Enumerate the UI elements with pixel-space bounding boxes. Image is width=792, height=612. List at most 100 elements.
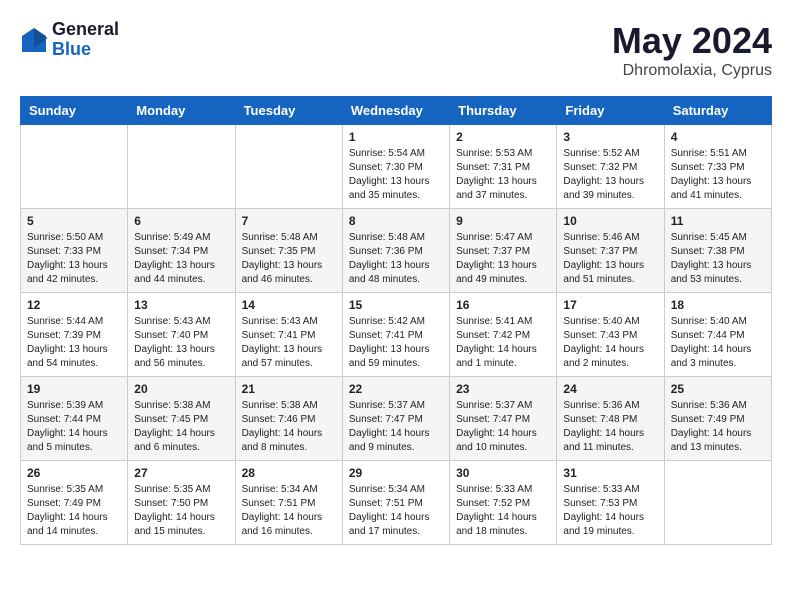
day-number: 12 bbox=[27, 298, 121, 312]
day-info: Sunrise: 5:39 AM Sunset: 7:44 PM Dayligh… bbox=[27, 399, 121, 455]
day-info: Sunrise: 5:51 AM Sunset: 7:33 PM Dayligh… bbox=[671, 147, 765, 203]
calendar-week-row: 1Sunrise: 5:54 AM Sunset: 7:30 PM Daylig… bbox=[21, 125, 772, 209]
day-number: 28 bbox=[242, 466, 336, 480]
logo: General Blue bbox=[20, 20, 119, 60]
day-info: Sunrise: 5:36 AM Sunset: 7:49 PM Dayligh… bbox=[671, 399, 765, 455]
location-title: Dhromolaxia, Cyprus bbox=[612, 62, 772, 80]
weekday-header-saturday: Saturday bbox=[664, 97, 771, 125]
calendar-cell: 31 Sunrise: 5:33 AM Sunset: 7:53 PM Dayli… bbox=[557, 461, 664, 545]
day-number: 7 bbox=[242, 214, 336, 228]
day-info: Sunrise: 5:52 AM Sunset: 7:32 PM Dayligh… bbox=[563, 147, 657, 203]
calendar-cell: 17 Sunrise: 5:40 AM Sunset: 7:43 PM Dayli… bbox=[557, 293, 664, 377]
day-info: Sunrise: 5:34 AM Sunset: 7:51 PM Dayligh… bbox=[242, 483, 336, 539]
day-number: 18 bbox=[671, 298, 765, 312]
calendar-cell: 22 Sunrise: 5:37 AM Sunset: 7:47 PM Dayli… bbox=[342, 377, 449, 461]
day-info: Sunrise: 5:47 AM Sunset: 7:37 PM Dayligh… bbox=[456, 231, 550, 287]
day-number: 29 bbox=[349, 466, 443, 480]
day-number: 20 bbox=[134, 382, 228, 396]
calendar-cell: 24 Sunrise: 5:36 AM Sunset: 7:48 PM Dayli… bbox=[557, 377, 664, 461]
day-info: Sunrise: 5:48 AM Sunset: 7:35 PM Dayligh… bbox=[242, 231, 336, 287]
day-number: 14 bbox=[242, 298, 336, 312]
day-info: Sunrise: 5:41 AM Sunset: 7:42 PM Dayligh… bbox=[456, 315, 550, 371]
calendar-cell bbox=[235, 125, 342, 209]
day-info: Sunrise: 5:35 AM Sunset: 7:50 PM Dayligh… bbox=[134, 483, 228, 539]
day-info: Sunrise: 5:40 AM Sunset: 7:43 PM Dayligh… bbox=[563, 315, 657, 371]
day-number: 26 bbox=[27, 466, 121, 480]
day-info: Sunrise: 5:38 AM Sunset: 7:46 PM Dayligh… bbox=[242, 399, 336, 455]
day-number: 2 bbox=[456, 130, 550, 144]
calendar-cell: 29 Sunrise: 5:34 AM Sunset: 7:51 PM Dayli… bbox=[342, 461, 449, 545]
day-number: 8 bbox=[349, 214, 443, 228]
calendar-cell bbox=[664, 461, 771, 545]
calendar-cell: 18 Sunrise: 5:40 AM Sunset: 7:44 PM Dayli… bbox=[664, 293, 771, 377]
day-number: 6 bbox=[134, 214, 228, 228]
calendar-cell: 7 Sunrise: 5:48 AM Sunset: 7:35 PM Daylig… bbox=[235, 209, 342, 293]
calendar-cell: 1Sunrise: 5:54 AM Sunset: 7:30 PM Daylig… bbox=[342, 125, 449, 209]
day-number: 31 bbox=[563, 466, 657, 480]
day-number: 4 bbox=[671, 130, 765, 144]
day-number: 24 bbox=[563, 382, 657, 396]
day-number: 30 bbox=[456, 466, 550, 480]
calendar-cell: 10 Sunrise: 5:46 AM Sunset: 7:37 PM Dayli… bbox=[557, 209, 664, 293]
calendar-cell: 20 Sunrise: 5:38 AM Sunset: 7:45 PM Dayli… bbox=[128, 377, 235, 461]
day-number: 5 bbox=[27, 214, 121, 228]
calendar-cell: 28 Sunrise: 5:34 AM Sunset: 7:51 PM Dayli… bbox=[235, 461, 342, 545]
day-info: Sunrise: 5:53 AM Sunset: 7:31 PM Dayligh… bbox=[456, 147, 550, 203]
page-header: General Blue May 2024 Dhromolaxia, Cypru… bbox=[20, 20, 772, 80]
day-number: 11 bbox=[671, 214, 765, 228]
calendar-cell: 13 Sunrise: 5:43 AM Sunset: 7:40 PM Dayli… bbox=[128, 293, 235, 377]
day-info: Sunrise: 5:49 AM Sunset: 7:34 PM Dayligh… bbox=[134, 231, 228, 287]
day-info: Sunrise: 5:33 AM Sunset: 7:52 PM Dayligh… bbox=[456, 483, 550, 539]
weekday-header-monday: Monday bbox=[128, 97, 235, 125]
day-info: Sunrise: 5:36 AM Sunset: 7:48 PM Dayligh… bbox=[563, 399, 657, 455]
day-info: Sunrise: 5:35 AM Sunset: 7:49 PM Dayligh… bbox=[27, 483, 121, 539]
day-info: Sunrise: 5:50 AM Sunset: 7:33 PM Dayligh… bbox=[27, 231, 121, 287]
calendar-cell: 9 Sunrise: 5:47 AM Sunset: 7:37 PM Daylig… bbox=[450, 209, 557, 293]
calendar-cell: 2 Sunrise: 5:53 AM Sunset: 7:31 PM Daylig… bbox=[450, 125, 557, 209]
logo-text: General Blue bbox=[52, 20, 119, 60]
calendar-week-row: 5 Sunrise: 5:50 AM Sunset: 7:33 PM Daylig… bbox=[21, 209, 772, 293]
day-info: Sunrise: 5:48 AM Sunset: 7:36 PM Dayligh… bbox=[349, 231, 443, 287]
logo-icon bbox=[20, 26, 48, 54]
calendar-cell: 26 Sunrise: 5:35 AM Sunset: 7:49 PM Dayli… bbox=[21, 461, 128, 545]
calendar-cell bbox=[21, 125, 128, 209]
logo-general-text: General bbox=[52, 20, 119, 40]
calendar-cell: 6 Sunrise: 5:49 AM Sunset: 7:34 PM Daylig… bbox=[128, 209, 235, 293]
day-info: Sunrise: 5:33 AM Sunset: 7:53 PM Dayligh… bbox=[563, 483, 657, 539]
logo-blue-text: Blue bbox=[52, 40, 119, 60]
day-info: Sunrise: 5:37 AM Sunset: 7:47 PM Dayligh… bbox=[349, 399, 443, 455]
weekday-header-sunday: Sunday bbox=[21, 97, 128, 125]
day-number: 22 bbox=[349, 382, 443, 396]
day-number: 10 bbox=[563, 214, 657, 228]
weekday-header-thursday: Thursday bbox=[450, 97, 557, 125]
calendar-cell: 23 Sunrise: 5:37 AM Sunset: 7:47 PM Dayli… bbox=[450, 377, 557, 461]
day-number: 15 bbox=[349, 298, 443, 312]
calendar-cell: 21Sunrise: 5:38 AM Sunset: 7:46 PM Dayli… bbox=[235, 377, 342, 461]
day-info: Sunrise: 5:37 AM Sunset: 7:47 PM Dayligh… bbox=[456, 399, 550, 455]
calendar-cell: 27 Sunrise: 5:35 AM Sunset: 7:50 PM Dayli… bbox=[128, 461, 235, 545]
weekday-header-tuesday: Tuesday bbox=[235, 97, 342, 125]
day-info: Sunrise: 5:46 AM Sunset: 7:37 PM Dayligh… bbox=[563, 231, 657, 287]
calendar-cell: 16 Sunrise: 5:41 AM Sunset: 7:42 PM Dayli… bbox=[450, 293, 557, 377]
calendar-cell: 25 Sunrise: 5:36 AM Sunset: 7:49 PM Dayli… bbox=[664, 377, 771, 461]
calendar-cell: 14 Sunrise: 5:43 AM Sunset: 7:41 PM Dayli… bbox=[235, 293, 342, 377]
day-info: Sunrise: 5:40 AM Sunset: 7:44 PM Dayligh… bbox=[671, 315, 765, 371]
day-number: 17 bbox=[563, 298, 657, 312]
day-info: Sunrise: 5:43 AM Sunset: 7:40 PM Dayligh… bbox=[134, 315, 228, 371]
calendar-cell: 8 Sunrise: 5:48 AM Sunset: 7:36 PM Daylig… bbox=[342, 209, 449, 293]
day-number: 23 bbox=[456, 382, 550, 396]
day-info: Sunrise: 5:54 AM Sunset: 7:30 PM Dayligh… bbox=[349, 147, 443, 203]
day-number: 13 bbox=[134, 298, 228, 312]
day-info: Sunrise: 5:38 AM Sunset: 7:45 PM Dayligh… bbox=[134, 399, 228, 455]
month-title: May 2024 bbox=[612, 20, 772, 62]
calendar-week-row: 19Sunrise: 5:39 AM Sunset: 7:44 PM Dayli… bbox=[21, 377, 772, 461]
day-info: Sunrise: 5:34 AM Sunset: 7:51 PM Dayligh… bbox=[349, 483, 443, 539]
day-info: Sunrise: 5:43 AM Sunset: 7:41 PM Dayligh… bbox=[242, 315, 336, 371]
calendar-cell: 11Sunrise: 5:45 AM Sunset: 7:38 PM Dayli… bbox=[664, 209, 771, 293]
day-number: 9 bbox=[456, 214, 550, 228]
day-number: 25 bbox=[671, 382, 765, 396]
calendar-cell: 4 Sunrise: 5:51 AM Sunset: 7:33 PM Daylig… bbox=[664, 125, 771, 209]
day-number: 27 bbox=[134, 466, 228, 480]
day-number: 16 bbox=[456, 298, 550, 312]
calendar-cell bbox=[128, 125, 235, 209]
